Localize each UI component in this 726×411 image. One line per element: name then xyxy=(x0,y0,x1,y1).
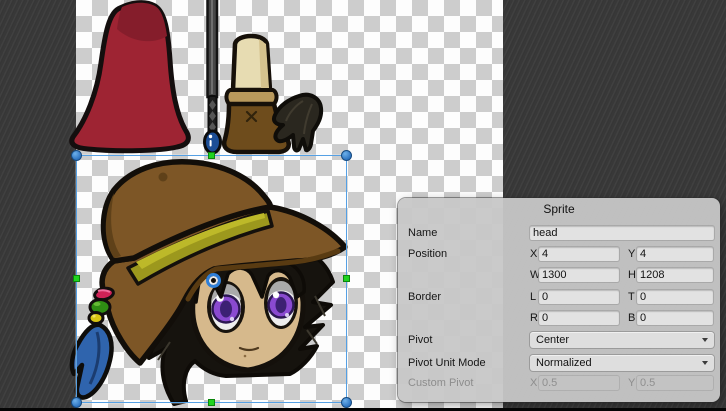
border-r-input[interactable] xyxy=(539,311,619,325)
panel-title: Sprite xyxy=(398,202,720,216)
border-l-input[interactable] xyxy=(539,290,619,304)
border-label: Border xyxy=(398,291,530,303)
name-label: Name xyxy=(398,227,530,239)
position-x-input[interactable] xyxy=(539,247,619,261)
selection-handle-right[interactable] xyxy=(343,275,350,282)
pivot-unit-mode-label: Pivot Unit Mode xyxy=(398,357,530,369)
custom-pivot-row: Custom Pivot X Y xyxy=(398,376,720,390)
custom-pivot-x-prefix: X xyxy=(530,377,539,389)
size-h-prefix: H xyxy=(628,269,637,281)
border-b-prefix: B xyxy=(628,312,637,324)
size-w-prefix: W xyxy=(530,269,539,281)
size-w-input[interactable] xyxy=(539,268,619,282)
name-row: Name xyxy=(398,226,720,240)
pivot-unit-mode-dropdown[interactable]: Normalized xyxy=(530,355,714,371)
border-r-prefix: R xyxy=(530,312,539,324)
position-x-prefix: X xyxy=(530,248,539,260)
custom-pivot-x-input xyxy=(539,376,619,390)
selection-handle-bottom[interactable] xyxy=(208,399,215,406)
selection-handle-top-left[interactable] xyxy=(71,150,82,161)
border-b-input[interactable] xyxy=(637,311,713,325)
selection-handle-bottom-right[interactable] xyxy=(341,397,352,408)
dropdown-arrow-icon xyxy=(702,338,708,342)
name-input[interactable] xyxy=(530,226,714,240)
border-t-input[interactable] xyxy=(637,290,713,304)
border-rb-row: R B xyxy=(398,311,720,325)
pivot-unit-mode-row: Pivot Unit Mode Normalized xyxy=(398,355,720,371)
border-l-prefix: L xyxy=(530,291,539,303)
dropdown-arrow-icon xyxy=(702,361,708,365)
position-xy-row: Position X Y xyxy=(398,247,720,261)
sprite-editor-window: Sprite Name Position X Y W H xyxy=(0,0,726,411)
position-y-prefix: Y xyxy=(628,248,637,260)
size-h-input[interactable] xyxy=(637,268,713,282)
position-y-input[interactable] xyxy=(637,247,713,261)
custom-pivot-y-prefix: Y xyxy=(628,377,637,389)
custom-pivot-label: Custom Pivot xyxy=(398,377,530,389)
selection-handle-bottom-left[interactable] xyxy=(71,397,82,408)
pivot-handle[interactable] xyxy=(206,273,221,288)
pivot-unit-mode-value: Normalized xyxy=(536,357,592,369)
border-lt-row: Border L T xyxy=(398,290,720,304)
custom-pivot-y-input xyxy=(637,376,713,390)
pivot-label: Pivot xyxy=(398,334,530,346)
selection-handle-left[interactable] xyxy=(73,275,80,282)
pivot-dropdown-value: Center xyxy=(536,334,569,346)
border-t-prefix: T xyxy=(628,291,637,303)
sprite-selection-rect[interactable] xyxy=(76,155,347,403)
selection-handle-top[interactable] xyxy=(208,152,215,159)
pivot-dropdown[interactable]: Center xyxy=(530,332,714,348)
size-wh-row: W H xyxy=(398,268,720,282)
pivot-row: Pivot Center xyxy=(398,332,720,348)
position-label: Position xyxy=(398,248,530,260)
selection-handle-top-right[interactable] xyxy=(341,150,352,161)
sprite-properties-panel: Sprite Name Position X Y W H xyxy=(398,198,720,402)
